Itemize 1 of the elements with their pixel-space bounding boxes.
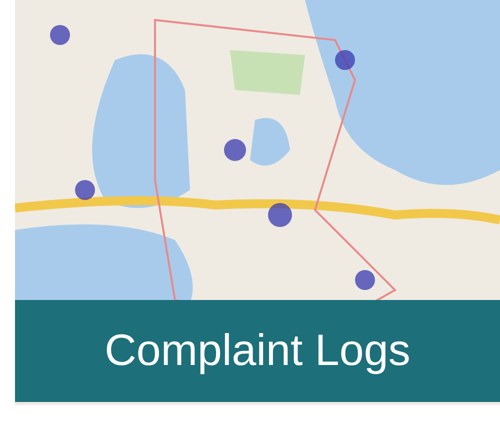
- banner-title: Complaint Logs: [104, 326, 410, 376]
